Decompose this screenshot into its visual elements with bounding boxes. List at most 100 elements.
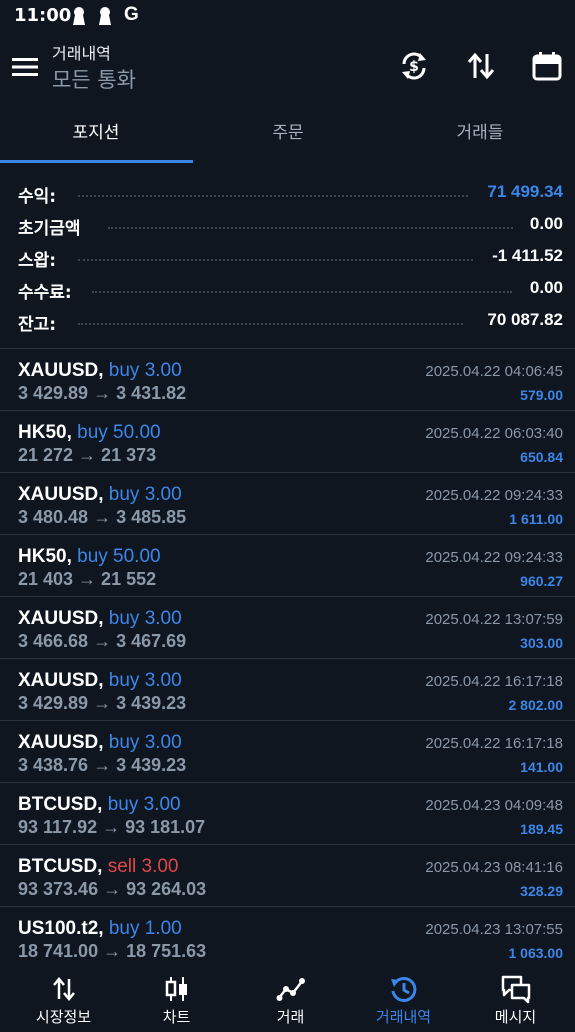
trade-prices: 21 272 → 21 373 <box>18 445 157 465</box>
trade-row[interactable]: XAUUSD, buy 3.00 3 429.89 → 3 439.23 202… <box>0 658 575 721</box>
summary-row-swap: 스왑: -1 411.52 <box>0 242 575 274</box>
tab-bar: 포지션 주문 거래들 <box>0 106 575 164</box>
bottom-nav: 시장정보 차트 거래 거래내역 메시지 <box>0 960 575 1032</box>
trade-time: 2025.04.23 08:41:16 <box>425 859 563 876</box>
trade-prices: 3 429.89 → 3 439.23 <box>18 693 187 713</box>
menu-icon[interactable] <box>12 56 38 78</box>
trade-symbol: HK50, <box>18 546 72 567</box>
trade-side: buy 1.00 <box>108 918 182 939</box>
summary-value: 0.00 <box>529 214 563 233</box>
trade-time: 2025.04.22 09:24:33 <box>425 549 563 566</box>
trade-prices: 3 466.68 → 3 467.69 <box>18 631 187 651</box>
trade-row[interactable]: BTCUSD, sell 3.00 93 373.46 → 93 264.03 … <box>0 844 575 907</box>
dotted-leader <box>78 323 463 325</box>
trade-symbol: BTCUSD, <box>18 794 103 815</box>
trade-prices: 18 741.00 → 18 751.63 <box>18 941 207 960</box>
trade-side: buy 50.00 <box>77 422 161 443</box>
summary-row-commission: 수수료: 0.00 <box>0 274 575 306</box>
trade-row[interactable]: XAUUSD, buy 3.00 3 480.48 → 3 485.85 202… <box>0 472 575 535</box>
summary-label: 수수료: <box>18 283 72 303</box>
candlestick-icon <box>165 977 187 1001</box>
trade-prices: 93 373.46 → 93 264.03 <box>18 879 207 899</box>
summary-row-balance: 잔고: 70 087.82 <box>0 306 575 338</box>
trade-profit: 650.84 <box>520 449 563 465</box>
trade-row[interactable]: XAUUSD, buy 3.00 3 438.76 → 3 439.23 202… <box>0 720 575 783</box>
trade-time: 2025.04.22 16:17:18 <box>425 673 563 690</box>
trade-profit: 328.29 <box>520 883 563 899</box>
trade-side: buy 3.00 <box>107 794 181 815</box>
google-icon: G <box>124 4 139 25</box>
currency-exchange-icon[interactable]: $ <box>398 50 430 82</box>
summary-value: -1 411.52 <box>492 246 563 265</box>
trade-profit: 303.00 <box>520 635 563 651</box>
trade-row[interactable]: HK50, buy 50.00 21 272 → 21 373 2025.04.… <box>0 410 575 473</box>
trade-time: 2025.04.23 13:07:55 <box>425 921 563 938</box>
summary-label: 잔고: <box>18 315 57 335</box>
trade-side: buy 3.00 <box>108 732 182 753</box>
keyhole-icon <box>99 7 111 25</box>
trade-row[interactable]: BTCUSD, buy 3.00 93 117.92 → 93 181.07 2… <box>0 782 575 845</box>
summary-label: 수익: <box>18 187 57 207</box>
trade-side: buy 3.00 <box>108 484 182 505</box>
trade-time: 2025.04.23 04:09:48 <box>425 797 563 814</box>
summary-value: 71 499.34 <box>487 182 563 201</box>
quotes-arrows-icon <box>53 977 75 1001</box>
page-subtitle: 거래내역 <box>52 44 111 63</box>
dotted-leader <box>78 259 473 261</box>
trade-symbol: HK50, <box>18 422 72 443</box>
dotted-leader <box>108 227 513 229</box>
trade-symbol: US100.t2, <box>18 918 104 939</box>
summary-row-profit: 수익: 71 499.34 <box>0 178 575 210</box>
trade-symbol: XAUUSD, <box>18 360 104 381</box>
nav-quotes[interactable]: 시장정보 <box>6 960 121 1032</box>
svg-text:$: $ <box>409 59 419 75</box>
trade-prices: 3 480.48 → 3 485.85 <box>18 507 187 527</box>
nav-chart[interactable]: 차트 <box>119 960 234 1032</box>
trade-row[interactable]: XAUUSD, buy 3.00 3 466.68 → 3 467.69 202… <box>0 596 575 659</box>
trade-profit: 141.00 <box>520 759 563 775</box>
summary-value: 0.00 <box>529 278 563 297</box>
trade-row[interactable]: HK50, buy 50.00 21 403 → 21 552 2025.04.… <box>0 534 575 597</box>
nav-label: 시장정보 <box>35 1008 92 1026</box>
summary-label: 스왑: <box>18 251 57 271</box>
summary-label: 초기금액 <box>18 219 81 239</box>
trade-line-icon <box>276 978 305 1001</box>
trade-symbol: XAUUSD, <box>18 732 104 753</box>
summary-value: 70 087.82 <box>487 310 563 329</box>
trade-symbol: XAUUSD, <box>18 484 104 505</box>
tab-positions[interactable]: 포지션 <box>0 106 192 164</box>
calendar-icon[interactable] <box>531 50 563 82</box>
trade-row[interactable]: US100.t2, buy 1.00 18 741.00 → 18 751.63… <box>0 906 575 960</box>
sort-arrows-icon[interactable] <box>465 50 497 82</box>
app-bar: 거래내역 모든 통화 $ <box>0 32 575 106</box>
nav-history[interactable]: 거래내역 <box>346 960 461 1032</box>
nav-label: 거래내역 <box>375 1008 432 1026</box>
trade-profit: 960.27 <box>520 573 563 589</box>
tab-orders[interactable]: 주문 <box>192 106 384 164</box>
status-bar: 11:00 G <box>0 0 575 32</box>
messages-icon <box>501 975 531 1004</box>
nav-label: 메시지 <box>494 1008 537 1026</box>
trade-time: 2025.04.22 16:17:18 <box>425 735 563 752</box>
trade-symbol: BTCUSD, <box>18 856 103 877</box>
trade-row[interactable]: XAUUSD, buy 3.00 3 429.89 → 3 431.82 202… <box>0 348 575 411</box>
nav-label: 차트 <box>162 1008 191 1026</box>
status-time: 11:00 <box>14 5 72 26</box>
trade-prices: 21 403 → 21 552 <box>18 569 157 589</box>
nav-trade[interactable]: 거래 <box>233 960 348 1032</box>
trade-side: buy 3.00 <box>108 608 182 629</box>
dotted-leader <box>78 195 468 197</box>
keyhole-icon <box>73 7 85 25</box>
trade-prices: 3 429.89 → 3 431.82 <box>18 383 187 403</box>
tab-deals[interactable]: 거래들 <box>384 106 575 164</box>
page-title[interactable]: 모든 통화 <box>52 64 136 94</box>
summary-row-initial: 초기금액 0.00 <box>0 210 575 242</box>
trade-side: buy 3.00 <box>108 360 182 381</box>
trade-profit: 1 611.00 <box>509 511 563 527</box>
trade-symbol: XAUUSD, <box>18 670 104 691</box>
dotted-leader <box>92 291 512 293</box>
history-icon <box>391 976 417 1002</box>
nav-messages[interactable]: 메시지 <box>458 960 573 1032</box>
trade-side: buy 50.00 <box>77 546 161 567</box>
trade-time: 2025.04.22 04:06:45 <box>425 363 563 380</box>
